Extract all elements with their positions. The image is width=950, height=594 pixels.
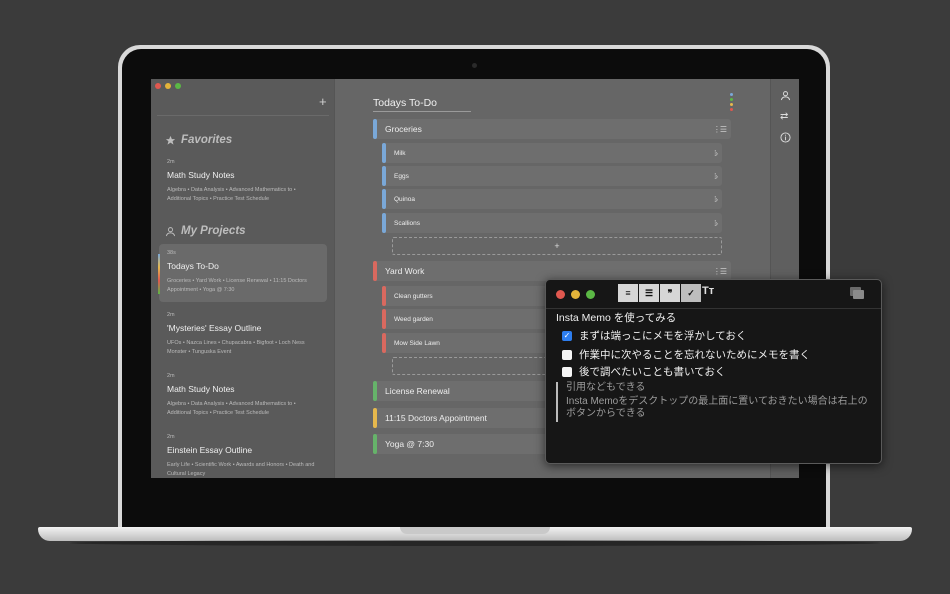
float-window-icon[interactable] <box>850 287 865 299</box>
task-groceries[interactable]: Groceries ⋮☰ <box>373 119 731 139</box>
note-age: 2m <box>167 159 175 165</box>
projects-title: My Projects <box>181 225 246 237</box>
laptop-shadow <box>70 540 880 546</box>
note-summary: Algebra • Data Analysis • Advanced Mathe… <box>167 401 296 416</box>
star-icon <box>165 135 176 145</box>
list-menu-icon[interactable]: ⋮☰ <box>713 267 727 276</box>
note-age: 2m <box>167 312 175 318</box>
checkbox[interactable] <box>562 366 572 377</box>
task-label: Yard Work <box>385 266 425 276</box>
subtask[interactable]: Eggs ⁞› <box>382 166 722 186</box>
checklist-text: 作業中に次やることを忘れないためにメモを書く <box>579 349 810 361</box>
add-note-button[interactable]: + <box>319 94 327 109</box>
quote-line: 引用などもできる <box>566 382 646 393</box>
task-yard-work[interactable]: Yard Work ⋮☰ <box>373 261 731 281</box>
insta-memo-window: ≡ ☰ ❞ ✓ Tт Insta Memo を使ってみる ✓ まずは端っこにメモ… <box>545 279 882 464</box>
checkbox-checked[interactable]: ✓ <box>562 330 572 341</box>
swap-icon[interactable]: ⇄ <box>780 111 788 122</box>
quote-icon[interactable]: ❞ <box>660 284 680 302</box>
checklist-item[interactable]: ✓ まずは端っこにメモを浮かしておく <box>562 328 746 343</box>
note-title: Einstein Essay Outline <box>167 445 253 455</box>
close-button[interactable] <box>155 83 161 89</box>
chevron-right-icon[interactable]: ⁞› <box>714 149 718 158</box>
checklist-item[interactable]: 後で調べたいことも書いておく <box>562 364 725 379</box>
person-icon[interactable] <box>780 90 791 104</box>
project-note-math[interactable]: 2m Math Study Notes Algebra • Data Analy… <box>159 367 327 424</box>
checkbox[interactable] <box>562 349 572 360</box>
add-subtask-button[interactable]: + <box>392 237 722 255</box>
info-icon[interactable] <box>780 132 791 146</box>
memo-zoom-button[interactable] <box>586 290 595 299</box>
projects-heading: My Projects <box>165 225 246 237</box>
subtask[interactable]: Scallions ⁞› <box>382 213 722 233</box>
color-tags <box>158 254 160 294</box>
note-summary: UFOs • Nazca Lines • Chupacabra • Bigfoo… <box>167 340 305 355</box>
chevron-right-icon[interactable]: ⁞› <box>714 219 718 228</box>
text-size-icon[interactable]: Tт <box>702 285 714 297</box>
favorites-title: Favorites <box>181 134 233 146</box>
numbered-list-icon[interactable]: ≡ <box>618 284 638 302</box>
memo-format-toolbar: ≡ ☰ ❞ ✓ <box>618 284 701 302</box>
note-age: 2m <box>167 434 175 440</box>
memo-close-button[interactable] <box>556 290 565 299</box>
note-summary: Groceries • Yard Work • License Renewal … <box>167 278 307 293</box>
subtask[interactable]: Milk ⁞› <box>382 143 722 163</box>
chevron-right-icon[interactable]: ⁞› <box>714 195 718 204</box>
note-title: Math Study Notes <box>167 384 235 394</box>
subtask-label: Milk <box>394 149 406 157</box>
divider <box>157 115 329 116</box>
blockquote[interactable]: 引用などもできる Insta Memoをデスクトップの最上面に置いておきたい場合… <box>556 382 874 422</box>
note-title: 'Mysteries' Essay Outline <box>167 323 262 333</box>
project-note-mysteries[interactable]: 2m 'Mysteries' Essay Outline UFOs • Nazc… <box>159 306 327 363</box>
page-title[interactable]: Todays To-Do <box>373 97 471 112</box>
checklist-text: 後で調べたいことも書いておく <box>579 366 726 378</box>
favorite-note[interactable]: 2m Math Study Notes Algebra • Data Analy… <box>159 153 327 210</box>
note-age: 2m <box>167 373 175 379</box>
subtask[interactable]: Quinoa ⁞› <box>382 189 722 209</box>
list-menu-icon[interactable]: ⋮☰ <box>713 125 727 134</box>
favorites-heading: Favorites <box>165 134 232 146</box>
chevron-right-icon[interactable]: ⁞› <box>714 172 718 181</box>
person-icon <box>165 226 176 236</box>
memo-heading[interactable]: Insta Memo を使ってみる <box>556 310 676 325</box>
memo-minimize-button[interactable] <box>571 290 580 299</box>
bullet-list-icon[interactable]: ☰ <box>639 284 659 302</box>
divider <box>546 308 881 309</box>
note-age: 38s <box>167 250 176 256</box>
laptop-notch <box>400 527 550 534</box>
checklist-text: まずは端っこにメモを浮かしておく <box>579 330 747 342</box>
checkbox-icon[interactable]: ✓ <box>681 284 701 302</box>
subtask-label: Eggs <box>394 172 409 180</box>
checklist-item[interactable]: 作業中に次やることを忘れないためにメモを書く <box>562 347 810 362</box>
project-note-einstein[interactable]: 2m Einstein Essay Outline Early Life • S… <box>159 428 327 478</box>
camera-icon <box>472 63 477 68</box>
note-summary: Algebra • Data Analysis • Advanced Mathe… <box>167 187 296 202</box>
task-label: Groceries <box>385 124 422 134</box>
note-summary: Early Life • Scientific Work • Awards an… <box>167 462 315 477</box>
note-title: Math Study Notes <box>167 170 235 180</box>
window-controls <box>155 83 181 89</box>
minimize-button[interactable] <box>165 83 171 89</box>
subtask-label: Scallions <box>394 219 421 227</box>
zoom-button[interactable] <box>175 83 181 89</box>
quote-line: Insta Memoをデスクトップの最上面に置いておきたい場合は右上のボタンから… <box>566 396 868 419</box>
sidebar: + Favorites 2m Math Study Notes Algebra … <box>151 79 335 478</box>
project-note-todo[interactable]: 38s Todays To-Do Groceries • Yard Work •… <box>158 244 327 302</box>
memo-window-controls <box>556 290 595 299</box>
color-dots-icon[interactable] <box>730 93 733 111</box>
subtask-label: Quinoa <box>394 195 415 203</box>
note-title: Todays To-Do <box>167 261 219 271</box>
